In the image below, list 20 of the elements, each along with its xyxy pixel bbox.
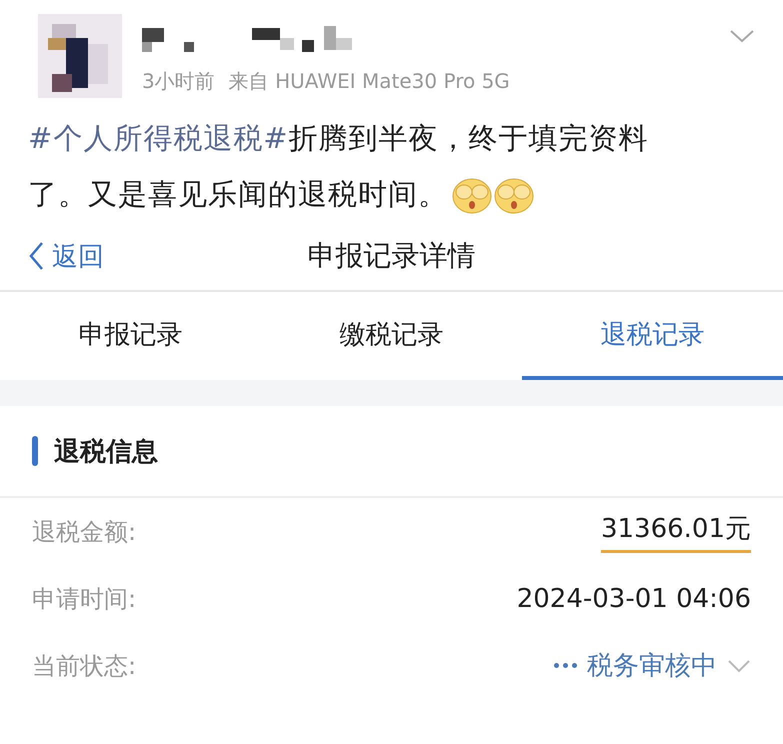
back-chevron-icon [28,241,44,271]
post-text: #个人所得税退税#折腾到半夜，终于填完资料了。又是喜见乐闻的退税时间。 [28,110,693,222]
post-source: 来自 HUAWEI Mate30 Pro 5G [228,68,510,95]
post-time: 3小时前 [142,68,215,95]
field-label: 当前状态: [32,650,136,682]
hashtag-link[interactable]: #个人所得税退税# [28,121,289,155]
status-value: 税务审核中 [587,650,717,683]
emoji-icon [452,178,492,214]
chevron-down-icon[interactable] [727,658,751,672]
back-button[interactable]: 返回 [28,238,104,274]
section-marker [32,436,38,466]
refund-amount: 31366.01元 [600,510,751,552]
chevron-down-icon[interactable] [729,28,755,44]
field-label: 退税金额: [32,516,136,548]
field-label: 申请时间: [32,584,136,614]
emoji-icon [494,178,534,214]
page-title: 申报记录详情 [308,238,476,274]
section-title: 退税信息 [54,436,158,468]
ellipsis-icon [554,663,577,668]
field-value: 2024-03-01 04:06 [516,584,751,614]
